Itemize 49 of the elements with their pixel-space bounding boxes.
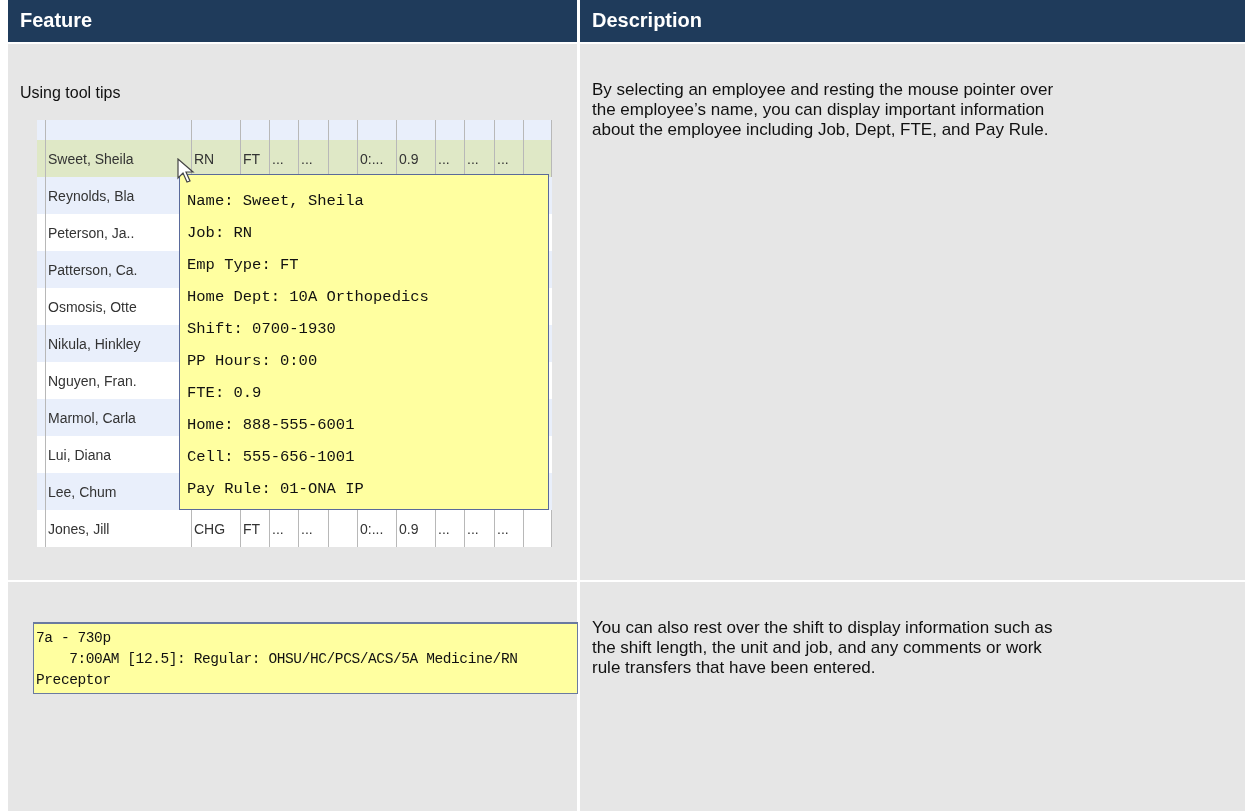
employee-name: Lui, Diana bbox=[48, 446, 112, 463]
grid-cell: ... bbox=[497, 520, 509, 537]
grid-cell: ... bbox=[272, 520, 284, 537]
grid-row[interactable]: Sweet, Sheila RN FT ... ... 0:... 0.9 ... ... ... bbox=[37, 140, 552, 177]
grid-cell: ... bbox=[301, 520, 313, 537]
grid-cell: ... bbox=[467, 520, 479, 537]
grid-cell: 0.9 bbox=[399, 520, 419, 537]
employee-name: Nguyen, Fran. bbox=[48, 372, 137, 389]
shift-detail-line: 7a - 730p bbox=[36, 630, 112, 648]
employee-name: Peterson, Ja.. bbox=[48, 224, 135, 241]
employee-name: Marmol, Carla bbox=[48, 409, 136, 426]
employee-name: Osmosis, Otte bbox=[48, 298, 137, 315]
grid-cell: ... bbox=[438, 520, 450, 537]
shift-detail-line: 7:00AM [12.5]: Regular: OHSU/HC/PCS/ACS/5A Medicine/RN bbox=[68, 651, 519, 669]
grid-cell: FT bbox=[243, 520, 261, 537]
employee-name: Reynolds, Bla bbox=[48, 187, 135, 204]
grid-cell: ... bbox=[301, 150, 313, 167]
grid-cell: ... bbox=[272, 150, 284, 167]
grid-cell: 0:... bbox=[360, 150, 384, 167]
grid-cell: CHG bbox=[194, 520, 226, 537]
tooltip-line: Home: 888-555-6001 bbox=[187, 415, 356, 436]
grid-row[interactable] bbox=[37, 120, 552, 140]
mouse-pointer-icon bbox=[177, 158, 195, 184]
tooltip-line: Name: Sweet, Sheila bbox=[187, 191, 365, 212]
employee-name: Patterson, Ca. bbox=[48, 261, 138, 278]
grid-cell: ... bbox=[438, 150, 450, 167]
tooltip-line: Pay Rule: 01-ONA IP bbox=[187, 479, 365, 500]
grid-cell: ... bbox=[497, 150, 509, 167]
shift-detail-line: Preceptor bbox=[36, 672, 112, 690]
tooltip-line: Emp Type: FT bbox=[187, 255, 300, 276]
tooltip-line: Shift: 0700-1930 bbox=[187, 319, 337, 340]
tooltip-line: Home Dept: 10A Orthopedics bbox=[187, 287, 430, 308]
employee-name: Sweet, Sheila bbox=[48, 150, 134, 167]
employee-name: Nikula, Hinkley bbox=[48, 335, 141, 352]
grid-cell: 0:... bbox=[360, 520, 384, 537]
grid-cell: 0.9 bbox=[399, 150, 419, 167]
description-text: By selecting an employee and resting the mouse pointer over the employee’s name, you can display important information about the employee including Job, Dept, FTE, and Pay Rule. bbox=[592, 80, 1055, 140]
employee-name: Lee, Chum bbox=[48, 483, 117, 500]
grid-cell: FT bbox=[243, 150, 261, 167]
grid-cell: ... bbox=[467, 150, 479, 167]
tooltip-line: Cell: 555-656-1001 bbox=[187, 447, 356, 468]
tooltip-line: Job: RN bbox=[187, 223, 254, 244]
feature-text: Using tool tips bbox=[20, 84, 122, 102]
tooltip-line: FTE: 0.9 bbox=[187, 383, 263, 404]
employee-name: Jones, Jill bbox=[48, 520, 110, 537]
column-header: Description bbox=[591, 8, 704, 33]
grid-cell: RN bbox=[194, 150, 215, 167]
description-text: You can also rest over the shift to display information such as the shift length, the unit and job, and any comments or work rule transfers that have been entered. bbox=[592, 618, 1054, 678]
tooltip-line: PP Hours: 0:00 bbox=[187, 351, 319, 372]
